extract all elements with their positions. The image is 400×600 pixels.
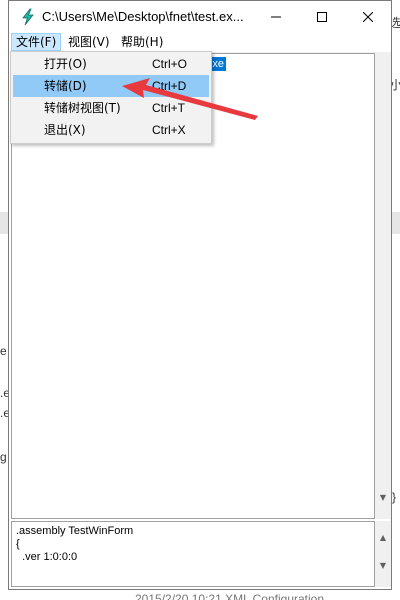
menu-item-shortcut: Ctrl+X <box>152 123 186 137</box>
menu-item-open[interactable]: 打开(O) Ctrl+O <box>13 53 209 75</box>
menu-view[interactable]: 视图(V) <box>64 33 114 51</box>
minimize-button[interactable] <box>253 1 299 33</box>
menu-item-exit[interactable]: 退出(X) Ctrl+X <box>13 119 209 141</box>
maximize-icon <box>317 12 327 22</box>
background-text: g <box>0 450 7 464</box>
background-bottom-text: 2015/2/20 10:21 XML Configuration <box>135 592 325 600</box>
minimize-icon <box>271 16 281 18</box>
menu-item-label: 转储树视图(T) <box>44 101 121 115</box>
menu-item-dump-tree-view[interactable]: 转储树视图(T) Ctrl+T <box>13 97 209 119</box>
menu-file[interactable]: 文件(F) <box>11 33 62 51</box>
menu-item-dump[interactable]: 转储(D) Ctrl+D <box>13 75 209 97</box>
menu-item-label: 退出(X) <box>44 123 86 137</box>
window-title: C:\Users\Me\Desktop\fnet\test.ex... <box>42 9 244 24</box>
menu-item-label: 转储(D) <box>44 79 87 93</box>
scroll-up-arrow-icon[interactable]: ▲ <box>375 529 391 545</box>
menu-item-shortcut: Ctrl+O <box>152 57 188 71</box>
close-button[interactable] <box>345 1 391 33</box>
app-lightning-icon <box>22 8 34 26</box>
file-menu-dropdown: 打开(O) Ctrl+O 转储(D) Ctrl+D 转储树视图(T) Ctrl+… <box>10 51 212 144</box>
close-icon <box>363 12 373 22</box>
info-text-panel[interactable]: .assembly TestWinForm { .ver 1:0:0:0 <box>11 521 375 587</box>
menu-item-shortcut: Ctrl+D <box>152 79 187 93</box>
scroll-down-arrow-icon[interactable]: ▼ <box>375 557 391 573</box>
scroll-down-arrow-icon[interactable]: ▼ <box>375 489 391 505</box>
title-bar[interactable]: C:\Users\Me\Desktop\fnet\test.ex... <box>9 1 391 33</box>
maximize-button[interactable] <box>299 1 345 33</box>
menu-item-shortcut: Ctrl+T <box>152 101 185 115</box>
background-text: e <box>0 344 7 358</box>
menu-bar: 文件(F) 视图(V) 帮助(H) <box>9 32 391 53</box>
tree-scrollbar[interactable]: ▼ <box>375 53 391 519</box>
menu-item-label: 打开(O) <box>44 57 87 71</box>
info-scrollbar[interactable]: ▲ ▼ <box>375 521 391 587</box>
background-text: } <box>392 490 397 504</box>
menu-help[interactable]: 帮助(H) <box>117 33 167 51</box>
